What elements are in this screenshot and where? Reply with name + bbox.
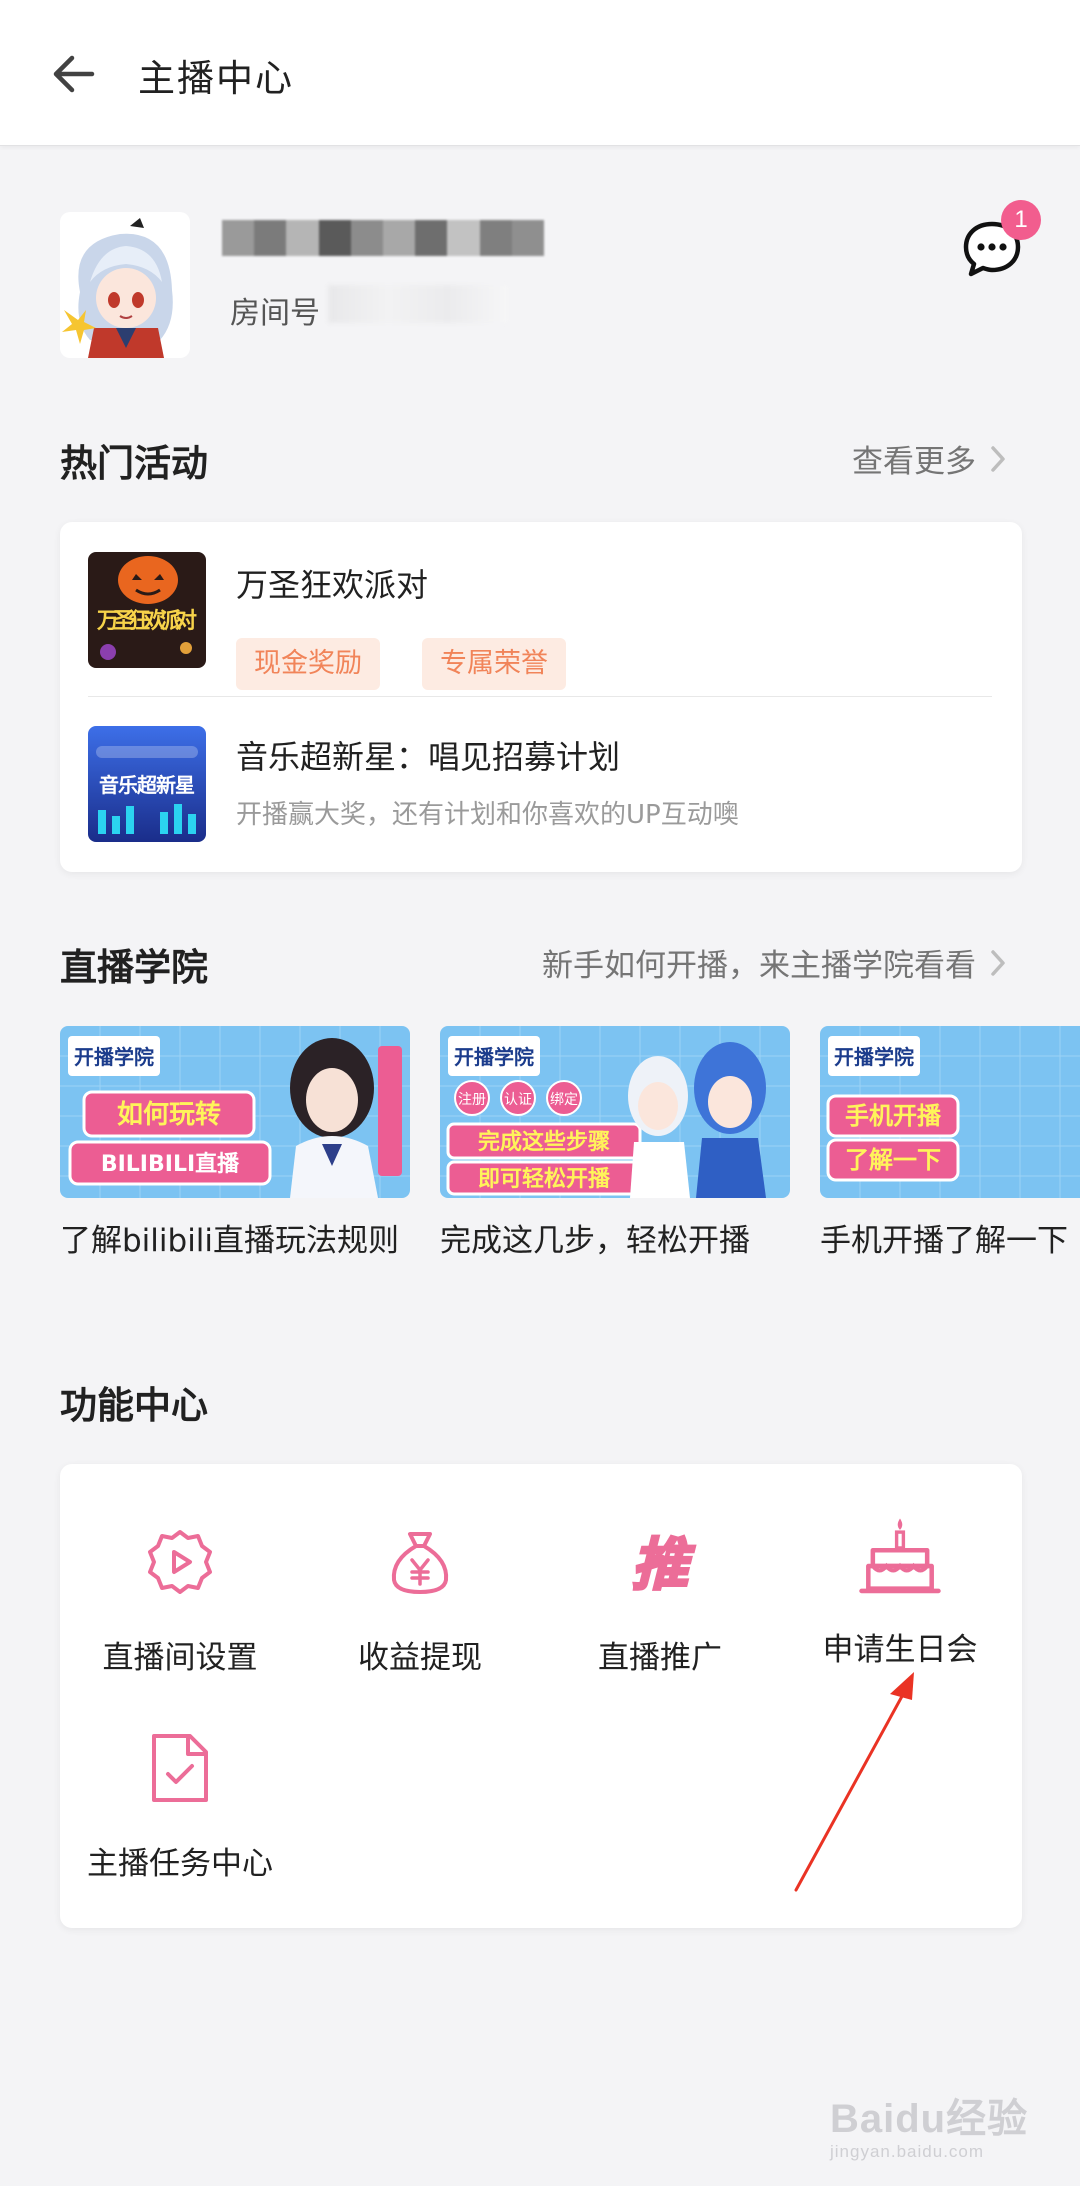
chevron-right-icon xyxy=(991,949,1005,976)
banner-text: 如何玩转 xyxy=(117,1100,221,1130)
function-label: 直播间设置 xyxy=(102,1640,258,1676)
course-banner: 开播学院 注册 认证 绑定 完成这些步骤 即可轻松开播 xyxy=(440,1026,790,1198)
activity-title: 音乐超新星：唱见招募计划 xyxy=(236,738,621,776)
banner-chip: 认证 xyxy=(504,1092,532,1108)
more-link-label: 查看更多 xyxy=(852,444,976,480)
banner-tag: 开播学院 xyxy=(454,1045,534,1069)
watermark-main: Baidu经验 xyxy=(830,2097,1029,2141)
activity-item-music-star[interactable]: 音乐超新星 音乐超新星：唱见招募计划 开播赢大奖，还有计划和你喜欢的UP互动噢 xyxy=(88,726,1052,844)
banner-tag: 开播学院 xyxy=(834,1045,914,1069)
course-card-clip: 开播学院 手机开播 了解一下 手机开播了解一下 xyxy=(820,1026,1080,1266)
birthday-cake-icon xyxy=(859,1518,941,1594)
more-link-label: 新手如何开播，来主播学院看看 xyxy=(542,948,976,984)
course-card[interactable]: 开播学院 注册 认证 绑定 完成这些步骤 即可轻松开播 完成这几步，轻松开播 xyxy=(440,1026,790,1266)
banner-text: BILIBILI直播 xyxy=(101,1151,240,1177)
activity-item-halloween[interactable]: 万圣狂欢派对 万圣狂欢派对 现金奖励 专属荣誉 xyxy=(88,552,1052,692)
function-label: 主播任务中心 xyxy=(87,1846,273,1882)
course-banner: 开播学院 如何玩转 BILIBILI直播 xyxy=(60,1026,410,1198)
hot-activities-title: 热门活动 xyxy=(60,442,208,485)
watermark-sub: jingyan.baidu.com xyxy=(830,2142,985,2161)
activity-subtitle: 开播赢大奖，还有计划和你喜欢的UP互动噢 xyxy=(236,800,739,830)
banner-text: 手机开播 xyxy=(845,1102,942,1130)
earnings-withdraw-button[interactable]: 收益提现 xyxy=(300,1524,540,1677)
baidu-watermark: Baidu经验 jingyan.baidu.com xyxy=(830,2086,1040,2162)
banner-chip: 注册 xyxy=(458,1092,486,1108)
money-bag-icon xyxy=(391,1532,449,1594)
activity-thumb-text: 音乐超新星 xyxy=(99,773,195,797)
academy-title: 直播学院 xyxy=(60,946,208,989)
tag-cash-reward: 现金奖励 xyxy=(236,638,380,690)
banner-text: 完成这些步骤 xyxy=(478,1129,610,1155)
function-center-title: 功能中心 xyxy=(60,1384,208,1427)
username-blurred xyxy=(222,220,545,256)
hot-activities-more-link[interactable]: 查看更多 xyxy=(852,436,1006,481)
divider xyxy=(88,696,992,697)
promote-glyph: 推 xyxy=(632,1533,695,1598)
live-promotion-button[interactable]: 推 直播推广 xyxy=(540,1524,780,1677)
function-label: 直播推广 xyxy=(598,1640,722,1676)
anchor-task-center-button[interactable]: 主播任务中心 xyxy=(60,1730,300,1883)
avatar[interactable] xyxy=(60,212,190,358)
page-title: 主播中心 xyxy=(138,57,294,100)
course-title: 了解bilibili直播玩法规则 xyxy=(60,1223,400,1259)
banner-text: 了解一下 xyxy=(845,1146,941,1174)
activity-thumbnail: 音乐超新星 xyxy=(88,726,206,842)
room-number-label: 房间号 xyxy=(230,296,320,331)
activity-title: 万圣狂欢派对 xyxy=(236,566,429,604)
room-number-blurred xyxy=(328,285,508,323)
activity-thumbnail: 万圣狂欢派对 xyxy=(88,552,206,668)
function-label: 收益提现 xyxy=(358,1640,482,1676)
course-card[interactable]: 开播学院 如何玩转 BILIBILI直播 了解bilibili直播玩法规则 xyxy=(60,1026,410,1266)
play-gear-icon xyxy=(148,1530,212,1594)
course-banner: 开播学院 手机开播 了解一下 xyxy=(820,1026,1080,1198)
promote-icon: 推 xyxy=(631,1532,697,1600)
message-badge: 1 xyxy=(1001,200,1041,240)
banner-tag: 开播学院 xyxy=(74,1045,154,1069)
course-title: 手机开播了解一下 xyxy=(820,1223,1068,1259)
course-card[interactable]: 开播学院 手机开播 了解一下 手机开播了解一下 xyxy=(820,1026,1080,1266)
annotation-arrow xyxy=(794,1672,914,1892)
banner-text: 即可轻松开播 xyxy=(478,1166,611,1192)
task-document-icon xyxy=(152,1734,208,1802)
banner-chip: 绑定 xyxy=(550,1092,578,1108)
live-room-settings-button[interactable]: 直播间设置 xyxy=(60,1524,300,1677)
hot-activities-card: 万圣狂欢派对 万圣狂欢派对 现金奖励 专属荣誉 音乐超新星 音乐超新星：唱见招募… xyxy=(60,522,1022,872)
back-arrow-icon[interactable] xyxy=(46,46,102,102)
academy-more-link[interactable]: 新手如何开播，来主播学院看看 xyxy=(542,940,1006,985)
tag-exclusive-honor: 专属荣誉 xyxy=(422,638,566,690)
course-title: 完成这几步，轻松开播 xyxy=(440,1223,750,1259)
activity-thumb-text: 万圣狂欢派对 xyxy=(96,608,197,634)
apply-birthday-party-button[interactable]: 申请生日会 xyxy=(780,1514,1020,1669)
top-app-bar: 主播中心 xyxy=(0,0,1080,146)
chevron-right-icon xyxy=(991,445,1005,472)
